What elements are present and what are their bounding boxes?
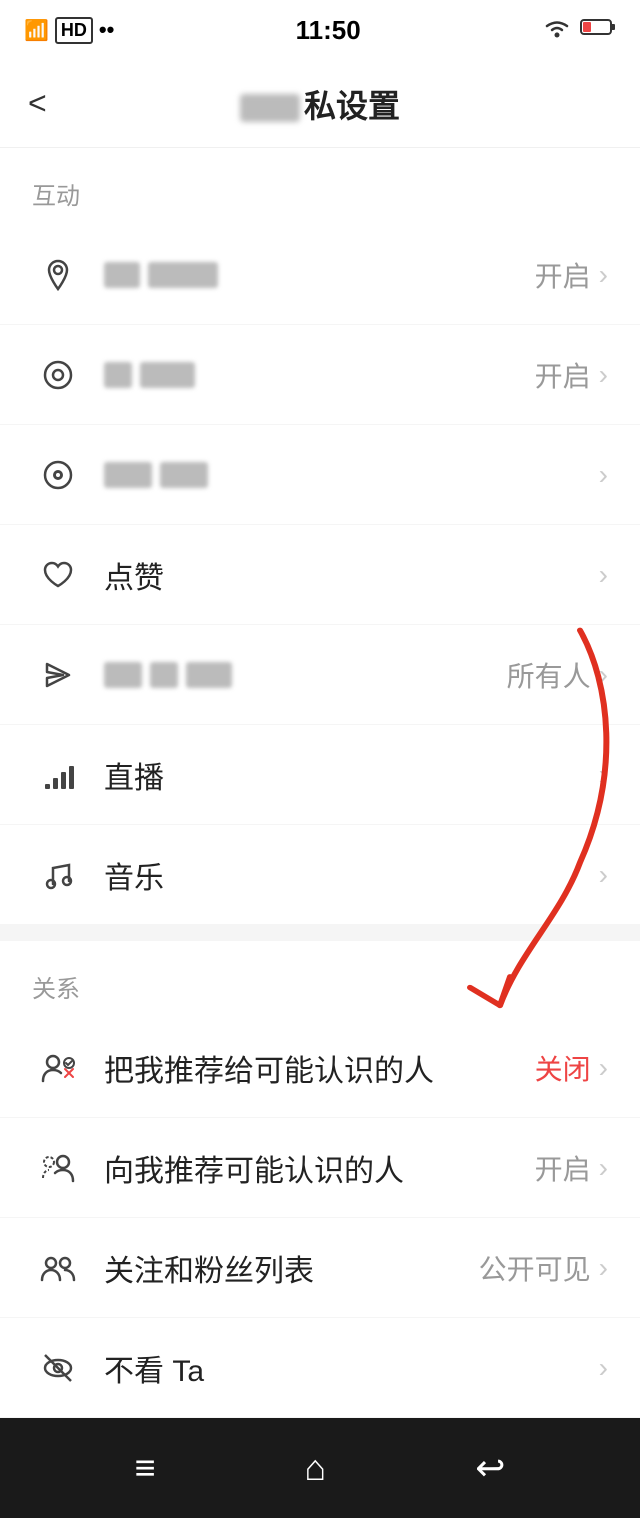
online-icon xyxy=(32,349,84,401)
chevron-online: › xyxy=(599,359,608,391)
menu-item-location[interactable]: 开启 › xyxy=(0,225,640,325)
chevron-music: › xyxy=(599,859,608,891)
status-time: 11:50 xyxy=(296,15,361,46)
recommend-to-icon xyxy=(32,1042,84,1094)
chevron-send: › xyxy=(599,659,608,691)
wifi-icon xyxy=(542,16,572,44)
like-icon xyxy=(32,549,84,601)
menu-text-location xyxy=(104,262,535,288)
recommend-from-icon xyxy=(32,1142,84,1194)
menu-text-follow-list: 关注和粉丝列表 xyxy=(104,1246,479,1290)
title-blurred xyxy=(240,94,300,122)
section-divider xyxy=(0,925,640,941)
menu-value-follow-list: 公开可见 xyxy=(479,1248,591,1288)
status-bar: 📶 HD •• 11:50 xyxy=(0,0,640,60)
section-label-interaction: 互动 xyxy=(0,148,640,225)
follow-list-icon xyxy=(32,1242,84,1294)
signal-icon: 📶 xyxy=(24,18,49,43)
music-icon xyxy=(32,849,84,901)
menu-text-recommend-to: 把我推荐给可能认识的人 xyxy=(104,1046,535,1090)
page-title: 私设置 xyxy=(240,81,400,127)
menu-text-live: 直播 xyxy=(104,753,591,797)
send-icon xyxy=(32,649,84,701)
menu-item-recommend-from[interactable]: 向我推荐可能认识的人 开启 › xyxy=(0,1118,640,1218)
chevron-recommend-to: › xyxy=(599,1052,608,1084)
menu-text-music: 音乐 xyxy=(104,853,591,897)
menu-item-view[interactable]: › xyxy=(0,425,640,525)
nav-back-icon[interactable]: ↩ xyxy=(475,1447,505,1489)
not-see-icon xyxy=(32,1342,84,1394)
menu-text-send xyxy=(104,662,507,688)
location-icon xyxy=(32,249,84,301)
page-header: < 私设置 xyxy=(0,60,640,148)
menu-value-send: 所有人 xyxy=(507,655,591,695)
bottom-navigation: ≡ ⌂ ↩ xyxy=(0,1418,640,1518)
nav-home-icon[interactable]: ⌂ xyxy=(305,1447,327,1489)
menu-value-recommend-to: 关闭 xyxy=(535,1048,591,1088)
menu-text-not-see: 不看 Ta xyxy=(104,1346,591,1390)
back-button[interactable]: < xyxy=(28,85,47,122)
chevron-location: › xyxy=(599,259,608,291)
menu-item-like[interactable]: 点赞 › xyxy=(0,525,640,625)
view-icon xyxy=(32,449,84,501)
menu-text-recommend-from: 向我推荐可能认识的人 xyxy=(104,1146,535,1190)
menu-text-like: 点赞 xyxy=(104,553,591,597)
dot-icons: •• xyxy=(99,17,114,43)
menu-item-follow-list[interactable]: 关注和粉丝列表 公开可见 › xyxy=(0,1218,640,1318)
live-icon xyxy=(32,749,84,801)
hd-badge: HD xyxy=(55,17,93,44)
chevron-view: › xyxy=(599,459,608,491)
main-content: 互动 开启 › 开启 › xyxy=(0,148,640,1418)
menu-value-recommend-from: 开启 xyxy=(535,1148,591,1188)
chevron-not-see: › xyxy=(599,1352,608,1384)
menu-text-view xyxy=(104,462,591,488)
menu-text-online xyxy=(104,362,535,388)
battery-icon xyxy=(580,17,616,43)
menu-item-recommend-to[interactable]: 把我推荐给可能认识的人 关闭 › xyxy=(0,1018,640,1118)
chevron-recommend-from: › xyxy=(599,1152,608,1184)
chevron-follow-list: › xyxy=(599,1252,608,1284)
menu-item-send[interactable]: 所有人 › xyxy=(0,625,640,725)
nav-menu-icon[interactable]: ≡ xyxy=(135,1447,156,1489)
menu-item-online[interactable]: 开启 › xyxy=(0,325,640,425)
menu-value-online: 开启 xyxy=(535,355,591,395)
chevron-like: › xyxy=(599,559,608,591)
menu-item-not-see[interactable]: 不看 Ta › xyxy=(0,1318,640,1418)
menu-item-live[interactable]: 直播 › xyxy=(0,725,640,825)
menu-item-music[interactable]: 音乐 › xyxy=(0,825,640,925)
menu-value-location: 开启 xyxy=(535,255,591,295)
status-left: 📶 HD •• xyxy=(24,17,114,44)
chevron-live: › xyxy=(599,759,608,791)
section-label-relation: 关系 xyxy=(0,941,640,1018)
status-right xyxy=(542,16,616,44)
